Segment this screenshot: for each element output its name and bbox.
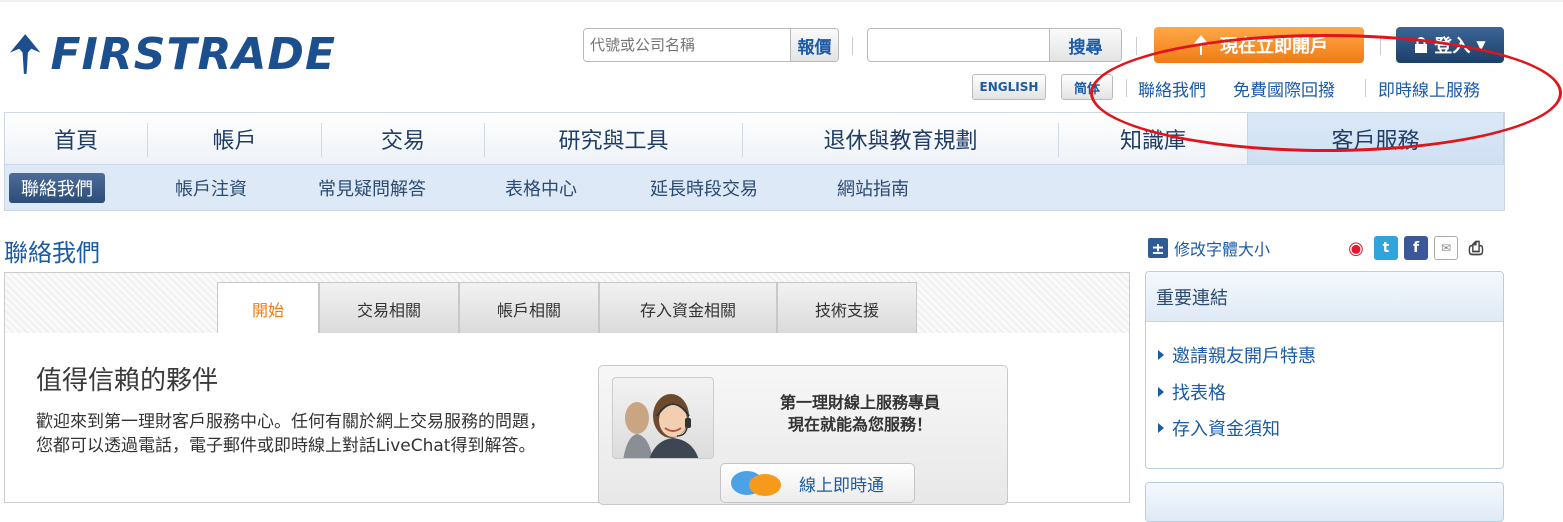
search-input[interactable] <box>868 29 1049 61</box>
chevron-down-icon: ▼ <box>1476 38 1486 52</box>
search-button[interactable]: 搜尋 <box>1049 29 1121 61</box>
share-icons: ◉ t f ✉ ⎙ <box>1344 236 1488 260</box>
bullet-arrow-icon <box>1158 423 1164 433</box>
support-agent-icon <box>623 394 699 458</box>
arrow-logo-icon <box>1192 35 1210 55</box>
live-chat-label: 線上即時通 <box>799 475 884 496</box>
open-account-label: 現在立即開戶 <box>1220 36 1328 57</box>
support-line-1: 第一理財線上服務專員 <box>779 393 940 412</box>
tab-trading[interactable]: 交易相關 <box>319 282 459 334</box>
subnav-account-funding[interactable]: 帳戶注資 <box>175 173 247 203</box>
welcome-text: 歡迎來到第一理財客戶服務中心。任何有關於網上交易服務的問題，您都可以透過電話，電… <box>36 412 546 456</box>
page-title: 聯絡我們 <box>4 239 100 267</box>
nav-trading[interactable]: 交易 <box>322 113 484 165</box>
sidebar-box <box>1145 482 1504 522</box>
tab-start[interactable]: 開始 <box>217 282 319 335</box>
nav-customer-service[interactable]: 客戶服務 <box>1247 113 1504 165</box>
important-links-box: 重要連結 邀請親友開戶特惠 找表格 存入資金須知 <box>1145 271 1504 469</box>
quote-input[interactable] <box>584 29 790 61</box>
live-service-link[interactable]: 即時線上服務 <box>1378 76 1480 101</box>
quote-box: 報價 <box>583 28 839 62</box>
tab-tech-support[interactable]: 技術支援 <box>777 282 917 334</box>
lock-icon <box>1415 37 1428 53</box>
important-links-title: 重要連結 <box>1146 272 1503 322</box>
sub-nav: 聯絡我們 帳戶注資 常見疑問解答 表格中心 延長時段交易 網站指南 <box>4 164 1505 211</box>
international-callback-link[interactable]: 免費國際回撥 <box>1233 76 1335 101</box>
login-label: 登入 <box>1434 36 1471 57</box>
link-deposit-info[interactable]: 存入資金須知 <box>1158 415 1280 441</box>
logo-arrow-icon <box>9 34 41 74</box>
open-account-button[interactable]: 現在立即開戶 <box>1154 27 1364 63</box>
search-box: 搜尋 <box>867 28 1122 62</box>
link-label: 邀請親友開戶特惠 <box>1172 346 1316 367</box>
link-label: 找表格 <box>1172 383 1226 404</box>
subnav-extended-hours[interactable]: 延長時段交易 <box>650 173 758 203</box>
firstrade-logo[interactable]: FIRSTRADE <box>6 22 336 86</box>
header-divider <box>852 37 853 55</box>
font-size-link[interactable]: ± 修改字體大小 <box>1148 236 1270 260</box>
facebook-icon[interactable]: f <box>1404 236 1428 260</box>
link-invite-friends[interactable]: 邀請親友開戶特惠 <box>1158 342 1316 368</box>
tab-deposit[interactable]: 存入資金相關 <box>599 282 777 334</box>
email-icon[interactable]: ✉ <box>1434 236 1458 260</box>
font-size-label: 修改字體大小 <box>1174 240 1271 259</box>
subnav-site-guide[interactable]: 網站指南 <box>837 173 909 203</box>
twitter-icon[interactable]: t <box>1374 236 1398 260</box>
bullet-arrow-icon <box>1158 350 1164 360</box>
section-heading: 值得信賴的夥伴 <box>36 366 219 396</box>
live-chat-button[interactable]: 線上即時通 <box>720 463 915 503</box>
main-nav: 首頁 帳戶 交易 研究與工具 退休與教育規劃 知識庫 客戶服務 <box>4 112 1505 165</box>
link-label: 存入資金須知 <box>1172 419 1280 440</box>
tabs-bar: 開始 交易相關 帳戶相關 存入資金相關 技術支援 <box>4 272 1130 335</box>
print-icon[interactable]: ⎙ <box>1464 236 1488 260</box>
support-message: 第一理財線上服務專員 現在就能為您服務！ <box>735 392 985 436</box>
weibo-icon[interactable]: ◉ <box>1344 236 1368 260</box>
nav-home[interactable]: 首頁 <box>5 113 147 165</box>
contact-us-link[interactable]: 聯絡我們 <box>1138 76 1206 101</box>
support-line-2: 現在就能為您服務！ <box>787 415 932 434</box>
brand-name: FIRSTRADE <box>50 28 336 80</box>
simplified-chinese-button[interactable]: 简体 <box>1061 74 1113 100</box>
nav-retirement-education[interactable]: 退休與教育規劃 <box>743 113 1058 165</box>
agent-photo <box>612 377 714 459</box>
english-button[interactable]: ENGLISH <box>972 74 1046 100</box>
header-divider <box>1380 37 1381 55</box>
nav-account[interactable]: 帳戶 <box>148 113 321 165</box>
quote-button[interactable]: 報價 <box>790 29 838 61</box>
tab-account[interactable]: 帳戶相關 <box>459 282 599 334</box>
plus-icon: ± <box>1148 238 1168 258</box>
header-divider <box>1126 79 1127 97</box>
nav-knowledge-base[interactable]: 知識庫 <box>1059 113 1247 165</box>
header-divider <box>1136 37 1137 55</box>
bullet-arrow-icon <box>1158 387 1164 397</box>
top-rule <box>0 0 1563 2</box>
subnav-faq[interactable]: 常見疑問解答 <box>318 173 426 203</box>
header-divider <box>1365 79 1366 97</box>
nav-research-tools[interactable]: 研究與工具 <box>485 113 742 165</box>
chat-bubbles-icon <box>731 471 781 496</box>
subnav-contact-us[interactable]: 聯絡我們 <box>9 173 105 203</box>
subnav-forms-center[interactable]: 表格中心 <box>505 173 577 203</box>
link-find-forms[interactable]: 找表格 <box>1158 379 1226 405</box>
login-button[interactable]: 登入 ▼ <box>1396 27 1504 63</box>
